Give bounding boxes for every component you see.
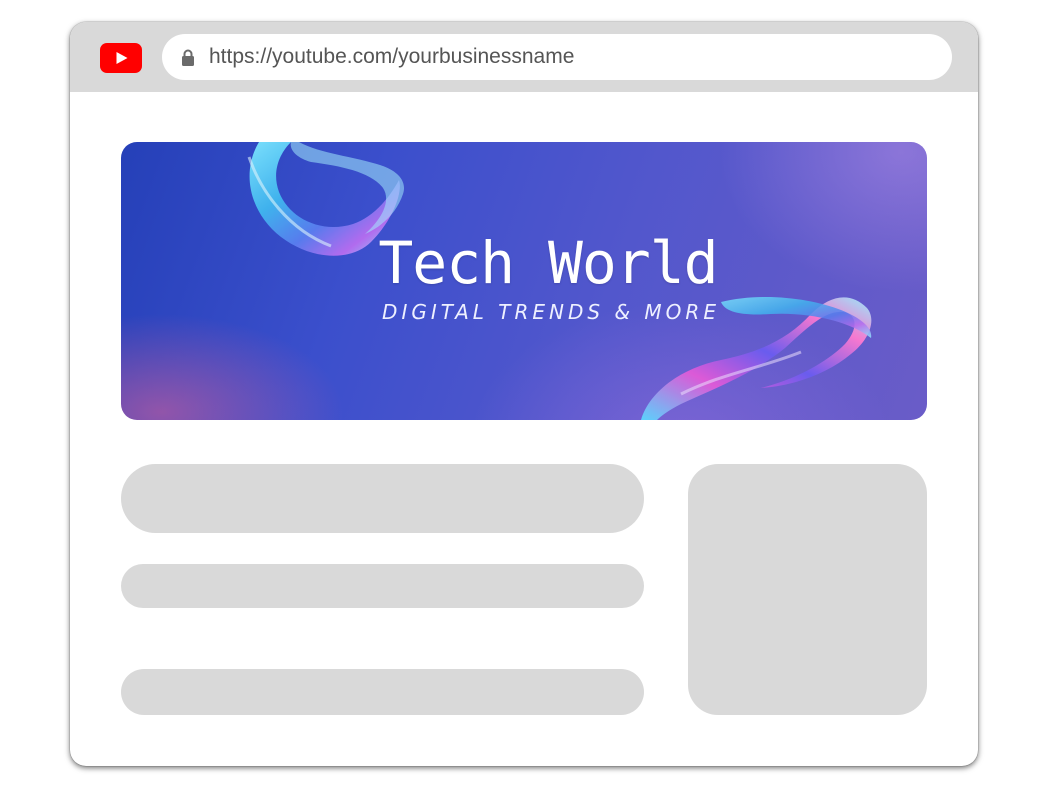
youtube-logo-icon[interactable]: [100, 43, 142, 73]
content-placeholder-line: [121, 564, 644, 608]
channel-banner: Tech World DIGITAL TRENDS & MORE: [121, 142, 927, 420]
content-placeholder-title: [121, 464, 644, 533]
url-text[interactable]: https://youtube.com/yourbusinessname: [209, 34, 574, 80]
browser-toolbar: https://youtube.com/yourbusinessname: [70, 22, 978, 92]
content-placeholder-card: [688, 464, 927, 715]
address-bar[interactable]: https://youtube.com/yourbusinessname: [162, 34, 952, 80]
content-placeholder-line: [121, 669, 644, 715]
browser-window: https://youtube.com/yourbusinessname Tec…: [70, 22, 978, 766]
lock-icon: [182, 49, 194, 66]
banner-subtitle: DIGITAL TRENDS & MORE: [382, 300, 720, 324]
banner-title: Tech World: [378, 229, 718, 297]
